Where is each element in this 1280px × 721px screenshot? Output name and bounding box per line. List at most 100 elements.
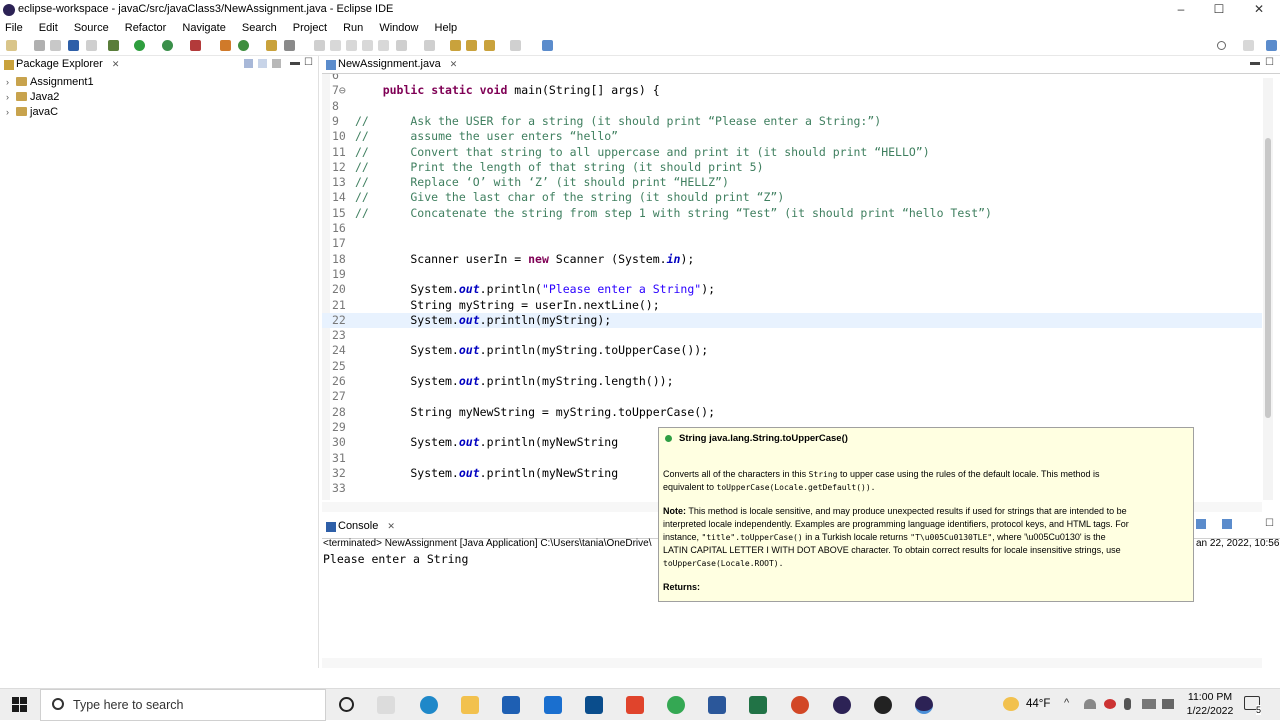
code-text[interactable]: String myNewString = myString.toUpperCas… [355,405,715,419]
forward-icon[interactable] [510,40,521,51]
run-icon[interactable] [134,40,145,51]
code-line[interactable]: 11// Convert that string to all uppercas… [322,145,1262,160]
console-output[interactable]: Please enter a String [323,552,468,566]
menu-file[interactable]: File [5,21,23,34]
close-icon[interactable]: ✕ [387,521,395,531]
code-text[interactable]: System.out.println("Please enter a Strin… [355,282,715,296]
console-horizontal-scrollbar[interactable] [322,658,1262,668]
code-line[interactable]: 9// Ask the USER for a string (it should… [322,114,1262,129]
code-line[interactable]: 6 [322,74,1262,83]
perspective-switch-icon[interactable] [1243,40,1254,51]
mail-icon[interactable] [544,696,562,714]
code-line[interactable]: 19 [322,267,1262,282]
code-line[interactable]: 25 [322,359,1262,374]
code-line[interactable]: 7⊖ public static void main(String[] args… [322,83,1262,98]
task-view-icon[interactable] [377,696,395,714]
code-line[interactable]: 8 [322,99,1262,114]
code-line[interactable]: 27 [322,389,1262,404]
code-line[interactable]: 22 System.out.println(myString); [322,312,1262,329]
microphone-icon[interactable] [1124,698,1131,710]
code-line[interactable]: 17 [322,236,1262,251]
store-icon[interactable] [502,696,520,714]
annotation-icon[interactable] [314,40,325,51]
code-line[interactable]: 24 System.out.println(myString.toUpperCa… [322,343,1262,358]
tab-new-assignment-java[interactable]: NewAssignment.java ✕ [324,58,457,74]
open-type-icon[interactable] [266,40,277,51]
menu-refactor[interactable]: Refactor [125,21,167,34]
tree-item-project[interactable]: › Assignment1 [6,76,94,90]
obs-icon[interactable] [874,696,892,714]
code-text[interactable]: System.out.println(myString); [355,313,611,327]
new-java-class-icon[interactable] [238,40,249,51]
expand-arrow-icon[interactable]: › [6,107,16,117]
code-line[interactable]: 26 System.out.println(myString.length())… [322,374,1262,389]
code-text[interactable]: // assume the user enters “hello” [355,129,618,143]
eclipse-active-taskbar-icon[interactable] [915,696,933,714]
view-menu-icon[interactable] [272,59,281,68]
close-icon[interactable]: ✕ [450,59,458,69]
toggle-block-icon[interactable] [346,40,357,51]
vertical-scrollbar[interactable] [1263,78,1273,500]
windows-start-icon[interactable] [12,697,28,713]
clock-date[interactable]: 1/22/2022 [1185,705,1235,717]
back-icon[interactable] [484,40,495,51]
minimize-button[interactable]: – [1162,0,1200,20]
menu-edit[interactable]: Edit [39,21,58,34]
prev-annotation-icon[interactable] [424,40,435,51]
menu-project[interactable]: Project [293,21,327,34]
search-icon[interactable] [1217,41,1226,50]
code-text[interactable]: // Ask the USER for a string (it should … [355,114,881,128]
menu-help[interactable]: Help [435,21,458,34]
new-icon[interactable] [6,40,17,51]
powerpoint-icon[interactable] [791,696,809,714]
menu-source[interactable]: Source [74,21,109,34]
code-line[interactable]: 14// Give the last char of the string (i… [322,190,1262,205]
code-line[interactable]: 12// Print the length of that string (it… [322,160,1262,175]
maximize-view-icon[interactable]: ☐ [1265,518,1274,529]
collapse-all-icon[interactable] [244,59,253,68]
code-line[interactable]: 28 String myNewString = myString.toUpper… [322,405,1262,420]
wifi-icon[interactable] [1084,699,1096,709]
code-text[interactable]: System.out.println(myNewString [355,466,618,480]
maximize-view-icon[interactable]: ☐ [1265,57,1274,68]
code-line[interactable]: 16 [322,221,1262,236]
javadoc-hover-tooltip[interactable]: String java.lang.String.toUpperCase() Co… [658,427,1194,602]
code-text[interactable]: System.out.println(myNewString [355,435,618,449]
open-console-icon[interactable] [1222,519,1232,529]
code-line[interactable]: 15// Concatenate the string from step 1 … [322,206,1262,221]
cortana-icon[interactable] [339,697,354,712]
code-line[interactable]: 23 [322,328,1262,343]
tree-item-project[interactable]: › javaC [6,106,58,120]
coverage-icon[interactable] [162,40,173,51]
app-icon[interactable] [585,696,603,714]
chrome-icon[interactable] [667,696,685,714]
code-text[interactable]: // Concatenate the string from step 1 wi… [355,206,992,220]
excel-icon[interactable] [749,696,767,714]
edge-icon[interactable] [420,696,438,714]
weather-icon[interactable] [1003,697,1019,711]
code-line[interactable]: 21 String myString = userIn.nextLine(); [322,298,1262,313]
code-line[interactable]: 20 System.out.println("Please enter a St… [322,282,1262,297]
office-icon[interactable] [626,696,644,714]
pin-editor-icon[interactable] [378,40,389,51]
code-line[interactable]: 10// assume the user enters “hello” [322,129,1262,144]
word-icon[interactable] [708,696,726,714]
security-icon[interactable] [1104,699,1116,709]
file-explorer-icon[interactable] [461,696,479,714]
terminal-icon[interactable] [68,40,79,51]
menu-search[interactable]: Search [242,21,277,34]
toggle-mark-icon[interactable] [330,40,341,51]
clock-time[interactable]: 11:00 PM [1187,691,1233,703]
show-whitespace-icon[interactable] [362,40,373,51]
external-tools-icon[interactable] [190,40,201,51]
code-text[interactable]: System.out.println(myString.toUpperCase(… [355,343,708,357]
display-console-icon[interactable] [1196,519,1206,529]
code-text[interactable]: // Print the length of that string (it s… [355,160,764,174]
save-all-icon[interactable] [50,40,61,51]
code-text[interactable]: System.out.println(myString.length()); [355,374,673,388]
tab-package-explorer[interactable]: Package Explorer ✕ [2,58,119,74]
maximize-button[interactable]: ☐ [1200,0,1238,20]
debug-icon[interactable] [108,40,119,51]
minimize-view-icon[interactable]: ▬ [1250,57,1260,68]
code-line[interactable]: 13// Replace ‘O’ with ‘Z’ (it should pri… [322,175,1262,190]
